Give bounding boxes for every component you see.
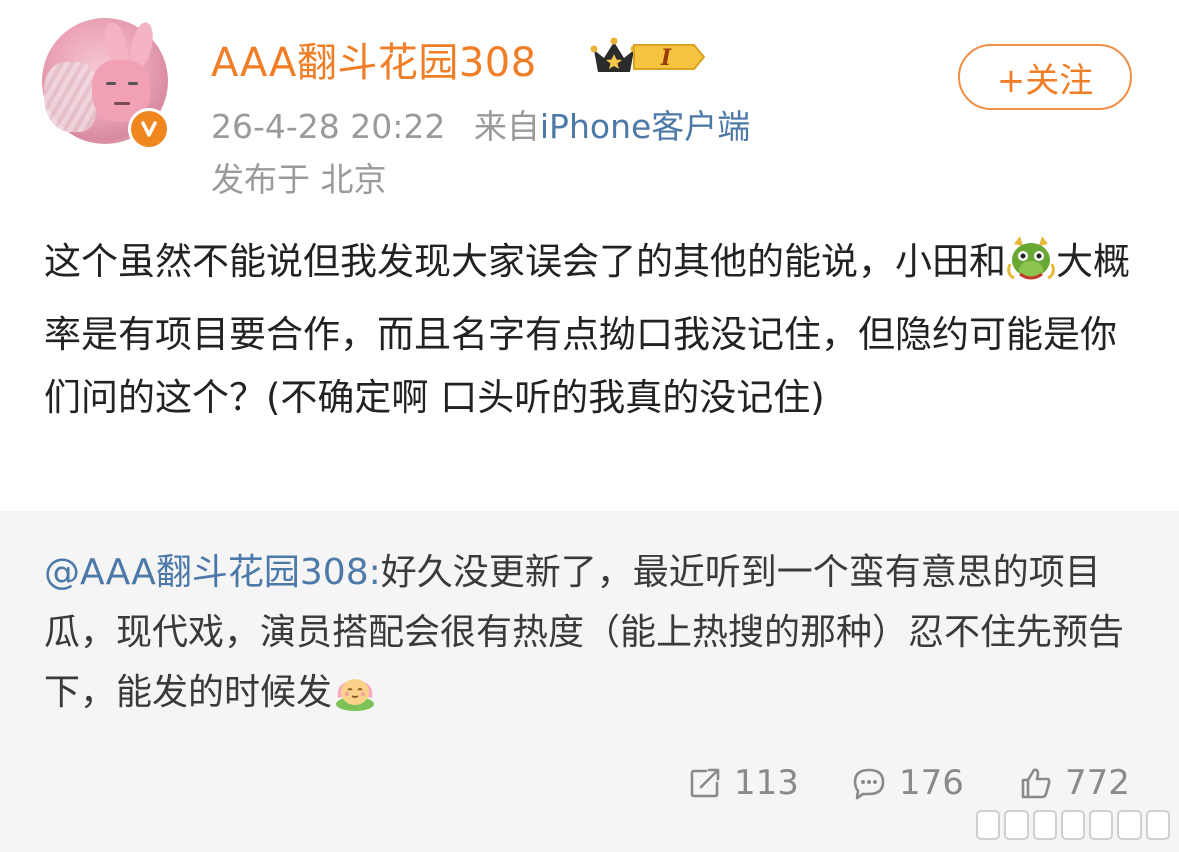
image-page-indicator [976,810,1170,840]
avatar-eye [128,82,138,85]
page-indicator-segment [1032,810,1057,840]
source-prefix: 来自 [473,107,540,146]
avatar-eye [106,82,116,85]
like-button[interactable]: 772 [1019,761,1130,805]
quoted-author-mention[interactable]: @AAA翻斗花园308: [44,552,381,593]
like-icon [1021,768,1051,799]
post-body: 这个虽然不能说但我发现大家误会了的其他的能说，小田和 大概率是有项目要合作，而且… [44,230,1134,429]
username[interactable]: AAA翻斗花园308 [211,30,537,88]
vip-level-badge[interactable]: I [590,36,708,78]
page-indicator-segment [1089,810,1114,840]
comment-button[interactable]: 176 [851,761,964,805]
lotus-emoji-icon [332,668,378,733]
repost-icon [690,768,720,798]
avatar-fan [44,62,96,132]
crown-icon [590,37,638,72]
comment-icon [853,768,885,800]
post-meta: 26-4-28 20:22 来自iPhone客户端 [211,100,750,148]
post-date: 26-4-28 20:22 [211,107,446,146]
post-text-part1: 这个虽然不能说但我发现大家误会了的其他的能说，小田和 [44,240,1006,283]
repost-count: 113 [734,763,799,803]
page-indicator-segment [1004,810,1029,840]
post-location: 发布于 北京 [211,160,387,199]
repost-button[interactable]: 113 [688,761,799,805]
page-indicator-segment [1060,810,1086,840]
like-count: 772 [1065,763,1130,803]
source-client-link[interactable]: iPhone客户端 [540,107,750,146]
page-indicator-segment [1145,810,1170,840]
avatar-mouth [114,102,130,105]
page-indicator-segment [1117,810,1142,840]
page-indicator-segment [976,810,1001,840]
follow-button[interactable]: +关注 [958,44,1132,110]
quoted-post-text: @AAA翻斗花园308:好久没更新了，最近听到一个蛮有意思的项目瓜，现代戏，演员… [44,543,1144,733]
badge-level: I [660,45,672,71]
verified-badge-icon [128,108,170,150]
quoted-post[interactable]: @AAA翻斗花园308:好久没更新了，最近听到一个蛮有意思的项目瓜，现代戏，演员… [0,511,1179,852]
dragon-emoji-icon [1006,234,1056,303]
comment-count: 176 [899,763,964,803]
checkmark-icon [141,121,157,137]
